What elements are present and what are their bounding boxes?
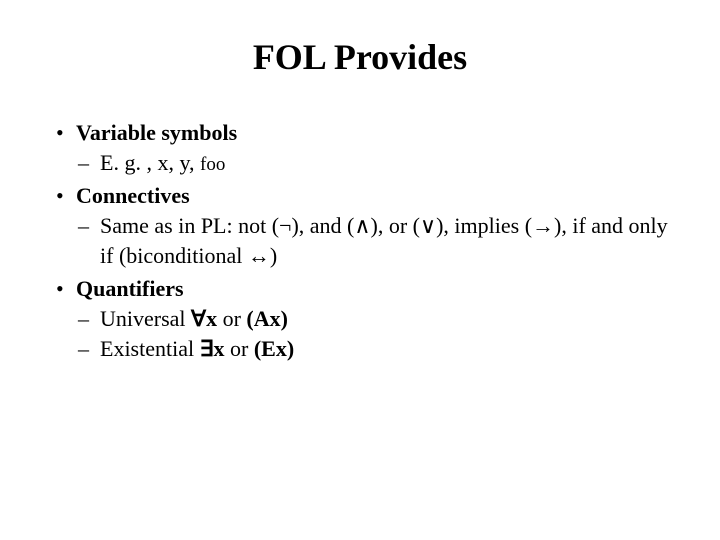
exists-symbol: ∃ (200, 336, 214, 361)
sub-text: E. g. , x, y, (100, 150, 200, 175)
sub-text-bold: x (206, 306, 217, 331)
sub-item-existential: Existential ∃x or (Ex) (76, 334, 670, 364)
sub-item-connectives: Same as in PL: not (¬), and (∧), or (∨),… (76, 211, 670, 270)
sub-text-bold: (Ax) (246, 306, 288, 331)
sub-text: Universal (100, 306, 191, 331)
or-symbol: ∨ (420, 213, 436, 238)
forall-symbol: ∀ (191, 306, 206, 331)
sub-text: ), or ( (371, 213, 420, 238)
sub-list: Universal ∀x or (Ax) Existential ∃x or (… (76, 304, 670, 363)
sub-text: ), and ( (291, 213, 354, 238)
implies-symbol: → (532, 213, 554, 238)
sub-text: Same as in PL: not ( (100, 213, 279, 238)
bullet-quantifiers: Quantifiers Universal ∀x or (Ax) Existen… (50, 274, 670, 363)
bullet-label: Quantifiers (76, 276, 184, 301)
sub-list: E. g. , x, y, foo (76, 148, 670, 178)
slide-title: FOL Provides (50, 36, 670, 78)
slide: FOL Provides Variable symbols E. g. , x,… (0, 0, 720, 540)
bullet-list: Variable symbols E. g. , x, y, foo Conne… (50, 118, 670, 364)
bullet-connectives: Connectives Same as in PL: not (¬), and … (50, 181, 670, 270)
sub-text: ) (270, 243, 277, 268)
sub-text: or (217, 306, 246, 331)
sub-text-bold: (Ex) (254, 336, 294, 361)
sub-text-foo: foo (200, 154, 225, 175)
sub-text: ), implies ( (436, 213, 532, 238)
sub-item-universal: Universal ∀x or (Ax) (76, 304, 670, 334)
iff-symbol: ↔ (248, 243, 270, 268)
bullet-label: Variable symbols (76, 120, 237, 145)
sub-text: or (225, 336, 254, 361)
sub-item-example: E. g. , x, y, foo (76, 148, 670, 178)
sub-text: Existential (100, 336, 200, 361)
bullet-variable-symbols: Variable symbols E. g. , x, y, foo (50, 118, 670, 177)
not-symbol: ¬ (279, 213, 291, 238)
and-symbol: ∧ (354, 213, 370, 238)
sub-text-bold: x (214, 336, 225, 361)
bullet-label: Connectives (76, 183, 190, 208)
sub-list: Same as in PL: not (¬), and (∧), or (∨),… (76, 211, 670, 270)
